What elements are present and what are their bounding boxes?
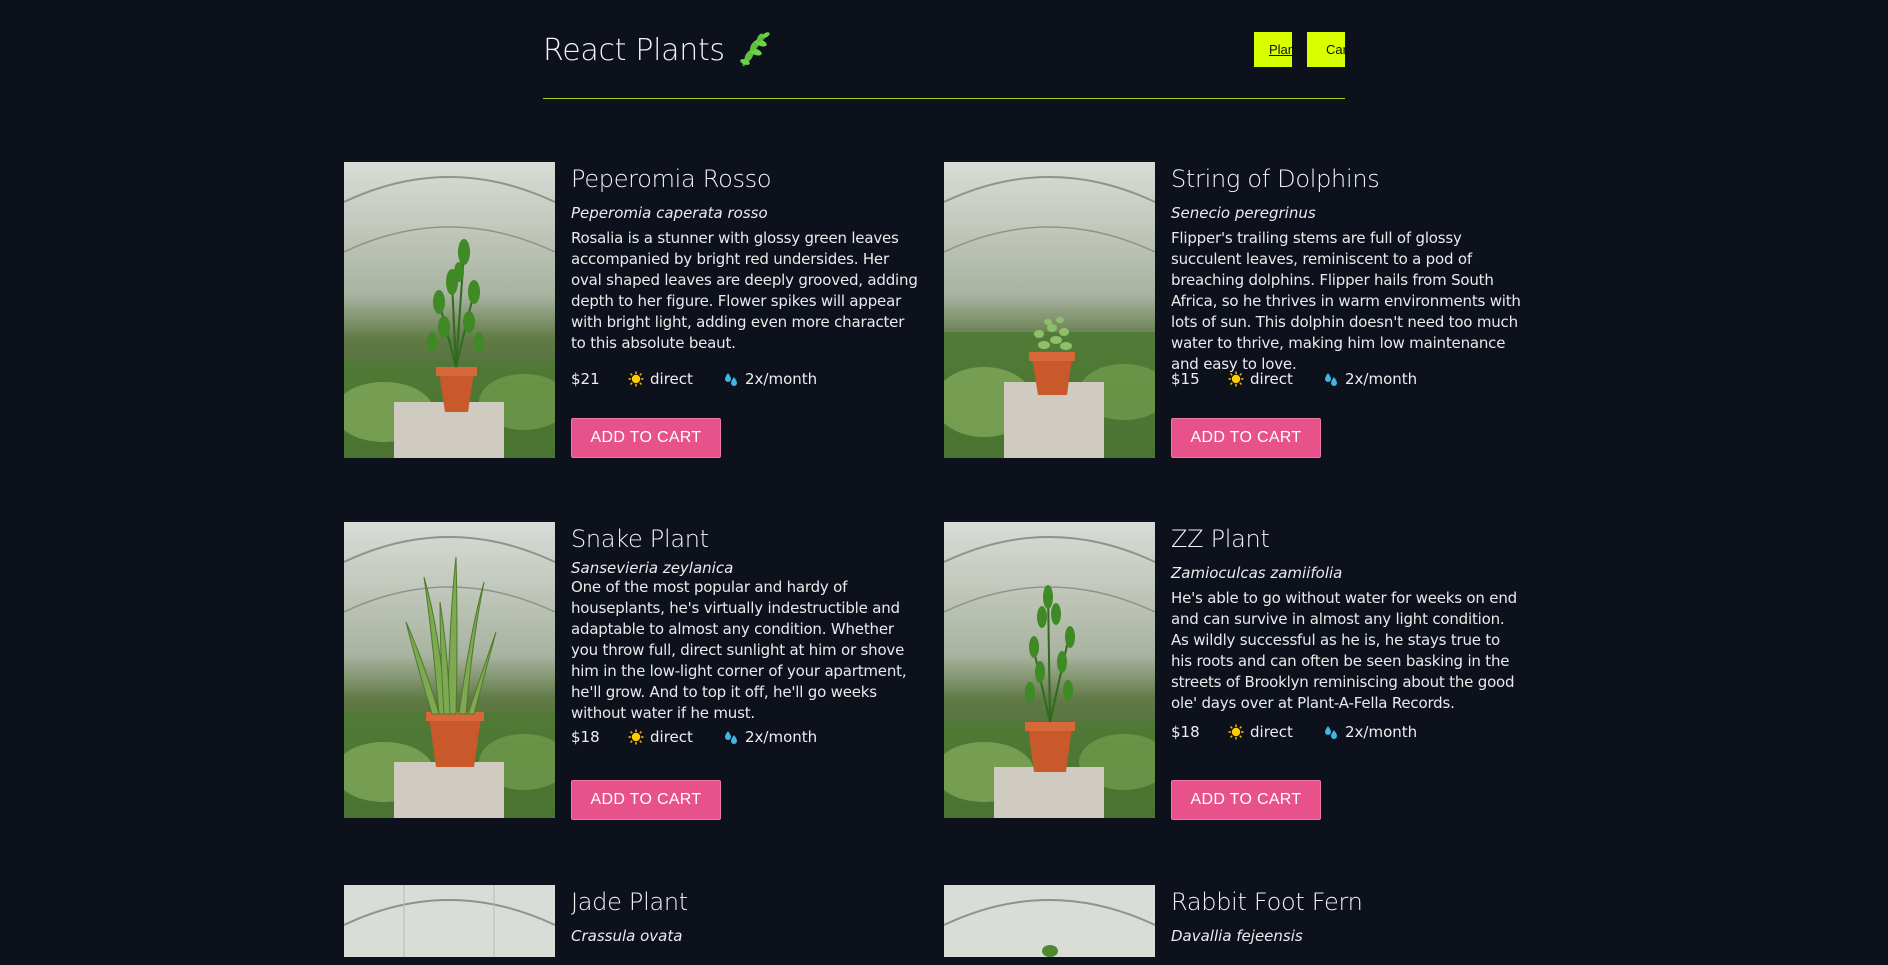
plant-care-info: $18 direct 2x/month	[1171, 723, 1417, 741]
light-label: direct	[1250, 370, 1293, 388]
site-title: React Plants	[543, 32, 725, 68]
plant-photo	[344, 522, 555, 818]
plant-scientific-name: Crassula ovata	[571, 927, 683, 945]
plant-scientific-name: Zamioculcas zamiifolia	[1171, 564, 1343, 582]
plant-scientific-name: Sansevieria zeylanica	[571, 559, 734, 577]
water-info: 2x/month	[723, 370, 817, 388]
plant-card: Jade Plant Crassula ovata	[344, 885, 924, 965]
light-info: direct	[628, 728, 723, 746]
sun-icon	[628, 371, 644, 387]
water-drops-icon	[725, 731, 737, 744]
plant-name: Rabbit Foot Fern	[1171, 888, 1363, 916]
light-info: direct	[1228, 370, 1323, 388]
plant-info: Snake Plant Sansevieria zeylanica One of…	[571, 522, 921, 724]
water-label: 2x/month	[1345, 723, 1418, 741]
plant-card: ZZ Plant Zamioculcas zamiifolia He's abl…	[944, 522, 1524, 822]
plant-info: String of Dolphins Senecio peregrinus Fl…	[1171, 162, 1521, 375]
water-info: 2x/month	[1323, 370, 1417, 388]
sun-icon	[628, 729, 644, 745]
plant-info: Rabbit Foot Fern Davallia fejeensis	[1171, 885, 1521, 945]
plant-scientific-name: Davallia fejeensis	[1171, 927, 1303, 945]
add-to-cart-button[interactable]: ADD TO CART	[571, 780, 721, 820]
plant-name: Snake Plant	[571, 525, 709, 553]
plant-card: String of Dolphins Senecio peregrinus Fl…	[944, 162, 1524, 462]
main-nav: Plants Cart	[1239, 32, 1351, 67]
site-header: React Plants Plants Cart	[543, 0, 1351, 99]
plant-photo	[944, 162, 1155, 458]
light-label: direct	[650, 728, 693, 746]
add-to-cart-button[interactable]: ADD TO CART	[1171, 418, 1321, 458]
light-label: direct	[650, 370, 693, 388]
light-label: direct	[1250, 723, 1293, 741]
plant-price: $21	[571, 370, 600, 388]
add-to-cart-button[interactable]: ADD TO CART	[571, 418, 721, 458]
plant-care-info: $18 direct 2x/month	[571, 728, 817, 746]
plant-price: $15	[1171, 370, 1200, 388]
plant-photo	[344, 162, 555, 458]
plant-care-info: $15 direct 2x/month	[1171, 370, 1417, 388]
water-drops-icon	[725, 373, 737, 386]
plant-name: Jade Plant	[571, 888, 688, 916]
nav-plants-button[interactable]: Plants	[1254, 32, 1305, 67]
sun-icon	[1228, 724, 1244, 740]
plant-info: Jade Plant Crassula ovata	[571, 885, 921, 945]
water-info: 2x/month	[723, 728, 817, 746]
plant-info: Peperomia Rosso Peperomia caperata rosso…	[571, 162, 921, 354]
plant-photo	[944, 522, 1155, 818]
plant-price: $18	[1171, 723, 1200, 741]
nav-plants-label: Plants	[1269, 42, 1306, 57]
light-info: direct	[628, 370, 723, 388]
plant-description: He's able to go without water for weeks …	[1171, 589, 1517, 712]
water-label: 2x/month	[745, 370, 818, 388]
plant-photo	[344, 885, 555, 957]
plant-card: Snake Plant Sansevieria zeylanica One of…	[344, 522, 924, 822]
plant-scientific-name: Senecio peregrinus	[1171, 204, 1316, 222]
plant-scientific-name: Peperomia caperata rosso	[571, 204, 768, 222]
water-label: 2x/month	[1345, 370, 1418, 388]
water-drops-icon	[1325, 726, 1337, 739]
plant-card: Peperomia Rosso Peperomia caperata rosso…	[344, 162, 924, 462]
plant-info: ZZ Plant Zamioculcas zamiifolia He's abl…	[1171, 522, 1521, 714]
plant-price: $18	[571, 728, 600, 746]
water-label: 2x/month	[745, 728, 818, 746]
nav-cart-button[interactable]: Cart	[1307, 32, 1351, 67]
brand: React Plants	[543, 30, 771, 70]
add-to-cart-button[interactable]: ADD TO CART	[1171, 780, 1321, 820]
plant-name: Peperomia Rosso	[571, 165, 772, 193]
plant-description: Rosalia is a stunner with glossy green l…	[571, 229, 918, 352]
plant-card: Rabbit Foot Fern Davallia fejeensis	[944, 885, 1524, 965]
plant-photo	[944, 885, 1155, 957]
light-info: direct	[1228, 723, 1323, 741]
herb-icon	[737, 30, 771, 70]
sun-icon	[1228, 371, 1244, 387]
water-drops-icon	[1325, 373, 1337, 386]
plant-description: Flipper's trailing stems are full of glo…	[1171, 229, 1521, 373]
plant-description: One of the most popular and hardy of hou…	[571, 578, 907, 722]
plant-name: String of Dolphins	[1171, 165, 1380, 193]
plant-care-info: $21 direct 2x/month	[571, 370, 817, 388]
water-info: 2x/month	[1323, 723, 1417, 741]
plant-name: ZZ Plant	[1171, 525, 1270, 553]
